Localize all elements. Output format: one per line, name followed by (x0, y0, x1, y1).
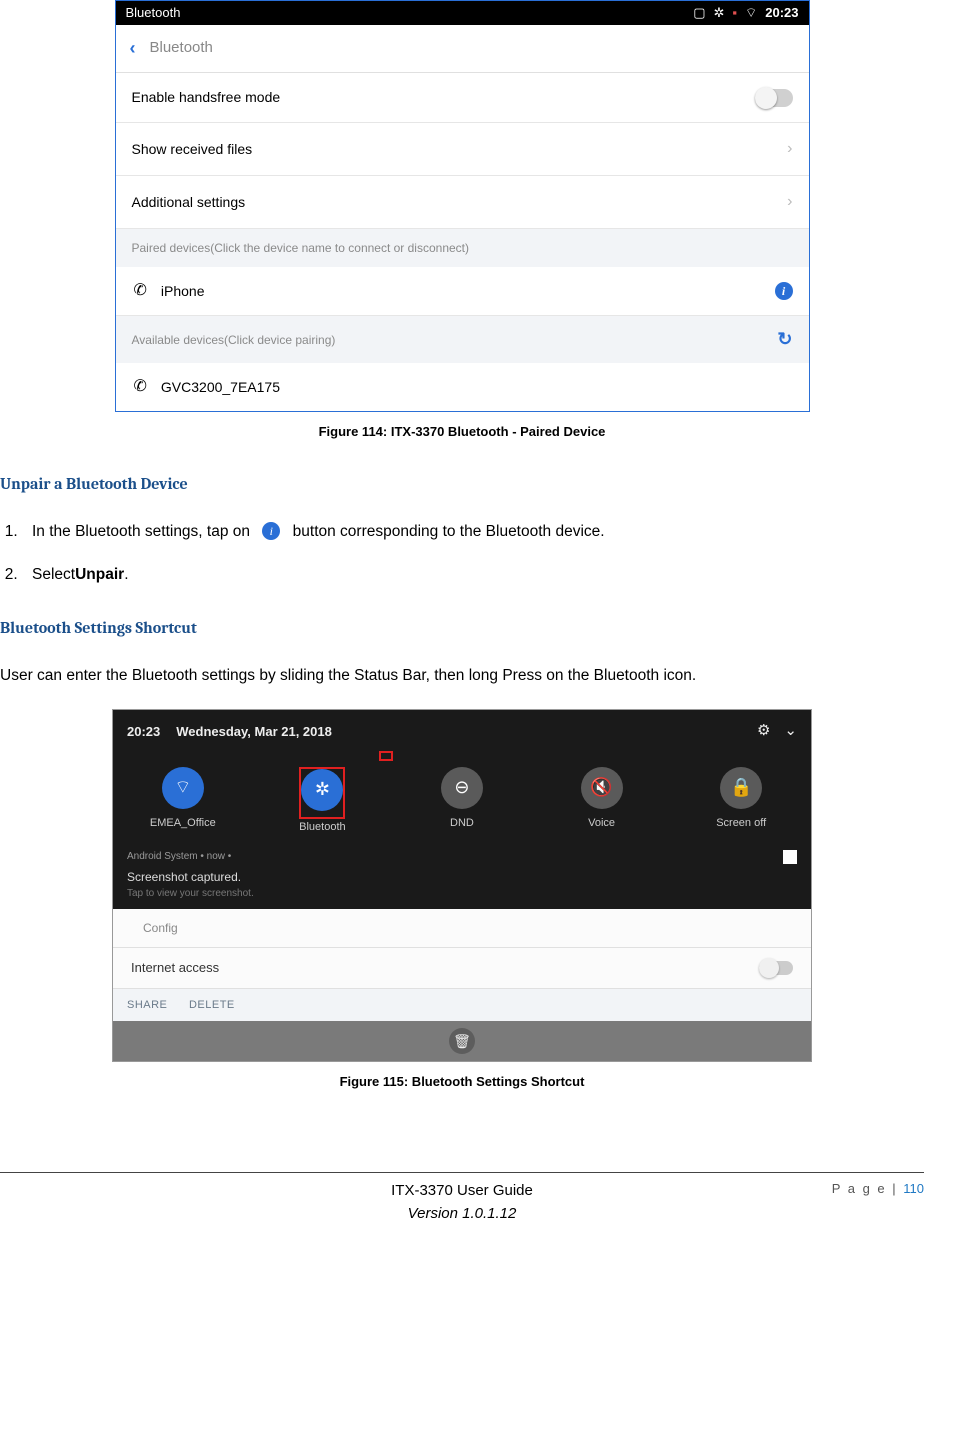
row-label: Config (143, 919, 793, 937)
chevron-down-icon[interactable]: ⌄ (784, 720, 797, 743)
tile-bluetooth[interactable]: ✲ Bluetooth (256, 767, 389, 836)
step1-pre: In the Bluetooth settings, tap on (32, 523, 250, 540)
action-share[interactable]: SHARE (127, 999, 167, 1011)
tile-label: DND (396, 815, 529, 832)
step2-post: . (124, 566, 128, 583)
notification-header: Android System • now • (113, 843, 811, 868)
notif-title: Screenshot captured. (127, 868, 797, 886)
status-bar: Bluetooth ▢ ✲ ▪ ⌔ 20:23 (116, 1, 809, 25)
tile-label: Bluetooth (256, 819, 389, 836)
status-time: 20:23 (765, 3, 798, 23)
config-list: Config Internet access (113, 909, 811, 989)
lock-icon: 🔒 (720, 767, 762, 809)
step1-post: button corresponding to the Bluetooth de… (293, 523, 605, 540)
nav-bar[interactable]: ‹ Bluetooth (116, 25, 809, 73)
notif-subtitle: Tap to view your screenshot. (127, 886, 797, 901)
chevron-right-icon: › (787, 190, 792, 214)
heading-unpair: Unpair a Bluetooth Device (0, 472, 924, 496)
figure-caption-115: Figure 115: Bluetooth Settings Shortcut (0, 1072, 924, 1092)
info-icon: i (262, 522, 280, 540)
tile-label: Screen off (675, 815, 808, 832)
refresh-icon[interactable]: ↻ (777, 326, 792, 353)
section-available: Available devices(Click device pairing) … (116, 316, 809, 363)
notification-body[interactable]: Screenshot captured. Tap to view your sc… (113, 868, 811, 909)
trash-icon[interactable]: 🗑 (449, 1028, 475, 1054)
doc-version: Version 1.0.1.12 (0, 1203, 924, 1226)
row-received-files[interactable]: Show received files › (116, 123, 809, 176)
toggle-off[interactable] (755, 89, 793, 107)
row-label: Show received files (132, 139, 788, 160)
section-label: Available devices(Click device pairing) (132, 331, 778, 349)
bottom-bar: 🗑 (113, 1021, 811, 1061)
toggle-off[interactable] (759, 961, 793, 975)
tile-screenoff[interactable]: 🔒 Screen off (675, 767, 808, 836)
status-bar-shortcut-screenshot: 20:23 Wednesday, Mar 21, 2018 ⚙ ⌄ ⌔ EMEA… (112, 709, 812, 1062)
phone-icon: ✆ (134, 279, 147, 303)
notification-actions: SHARE DELETE (113, 989, 811, 1022)
quick-panel-header: 20:23 Wednesday, Mar 21, 2018 ⚙ ⌄ (113, 710, 811, 753)
row-additional-settings[interactable]: Additional settings › (116, 176, 809, 229)
row-config[interactable]: Config (113, 909, 811, 948)
page-num: 110 (903, 1181, 924, 1196)
step2-pre: Select (32, 566, 75, 583)
wifi-icon: ⌔ (745, 3, 757, 23)
page-footer: P a g e | 110 ITX-3370 User Guide Versio… (0, 1172, 924, 1226)
available-device-row[interactable]: ✆ GVC3200_7EA175 (116, 363, 809, 411)
row-label: Additional settings (132, 192, 788, 213)
dnd-icon: ⊖ (441, 767, 483, 809)
doc-title: ITX-3370 User Guide (0, 1180, 924, 1203)
step-1: In the Bluetooth settings, tap on i butt… (22, 520, 924, 543)
section-paired: Paired devices(Click the device name to … (116, 229, 809, 267)
action-delete[interactable]: DELETE (189, 999, 235, 1011)
notif-source: Android System • now • (127, 849, 231, 864)
mute-icon: 🔇 (581, 767, 623, 809)
page-sep: | (887, 1181, 904, 1196)
shortcut-paragraph: User can enter the Bluetooth settings by… (0, 664, 924, 687)
device-name: iPhone (161, 281, 775, 302)
step2-bold: Unpair (75, 566, 124, 583)
wifi-icon: ⌔ (162, 767, 204, 809)
section-label: Paired devices(Click the device name to … (132, 239, 793, 257)
tile-label: Voice (535, 815, 668, 832)
phone-icon: ✆ (134, 375, 147, 399)
paired-device-row[interactable]: ✆ iPhone i (116, 267, 809, 316)
tile-label: EMEA_Office (116, 815, 249, 832)
tile-voice[interactable]: 🔇 Voice (535, 767, 668, 836)
step-2: SelectUnpair. (22, 563, 924, 586)
row-internet-access[interactable]: Internet access (113, 948, 811, 989)
device-name: GVC3200_7EA175 (161, 377, 793, 398)
picture-icon: ▢ (693, 3, 705, 23)
qp-date: Wednesday, Mar 21, 2018 (176, 722, 743, 742)
back-icon[interactable]: ‹ (130, 35, 136, 62)
bluetooth-settings-screenshot: Bluetooth ▢ ✲ ▪ ⌔ 20:23 ‹ Bluetooth Enab… (115, 0, 810, 412)
bluetooth-icon: ✲ (714, 3, 725, 23)
unpair-steps: In the Bluetooth settings, tap on i butt… (22, 520, 924, 587)
status-title: Bluetooth (126, 3, 686, 23)
heading-shortcut: Bluetooth Settings Shortcut (0, 616, 924, 640)
network-icon: ▪ (732, 3, 737, 23)
qp-time: 20:23 (127, 722, 160, 742)
page-label: P a g e (832, 1181, 887, 1196)
info-icon[interactable]: i (775, 282, 793, 300)
nav-title: Bluetooth (150, 37, 213, 60)
gear-icon[interactable]: ⚙ (757, 720, 770, 743)
highlight-box-small (379, 751, 393, 761)
bluetooth-icon: ✲ (301, 769, 343, 811)
chevron-right-icon: › (787, 137, 792, 161)
thumbnail-icon (783, 850, 797, 864)
tile-dnd[interactable]: ⊖ DND (396, 767, 529, 836)
row-label: Internet access (131, 958, 759, 978)
row-label: Enable handsfree mode (132, 87, 755, 108)
quick-tiles: ⌔ EMEA_Office ✲ Bluetooth ⊖ DND 🔇 Voice … (113, 753, 811, 844)
row-handsfree[interactable]: Enable handsfree mode (116, 73, 809, 123)
figure-caption-114: Figure 114: ITX-3370 Bluetooth - Paired … (0, 422, 924, 442)
highlight-box: ✲ (299, 767, 345, 819)
tile-wifi[interactable]: ⌔ EMEA_Office (116, 767, 249, 836)
